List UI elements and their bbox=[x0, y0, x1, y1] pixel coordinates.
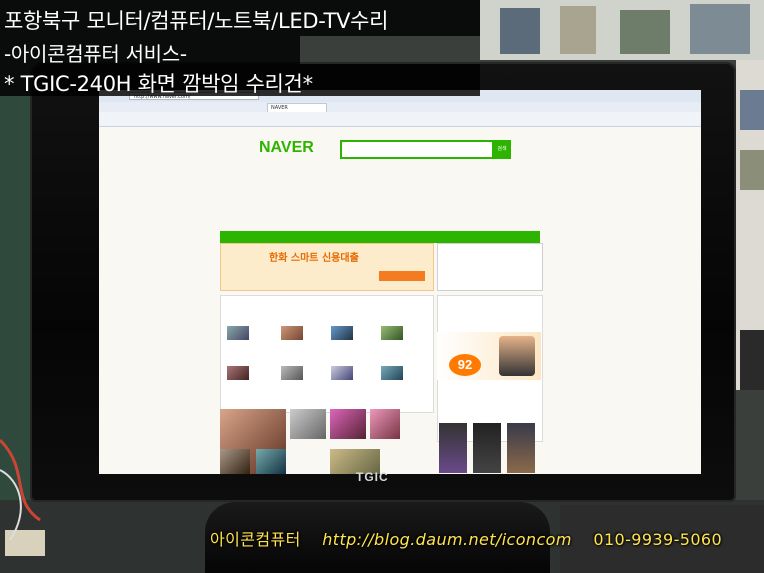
news-area bbox=[220, 295, 434, 413]
title-line-2: -아이콘컴퓨터 서비스- bbox=[0, 36, 300, 66]
news-thumb[interactable] bbox=[227, 326, 249, 340]
photo-thumb[interactable] bbox=[370, 409, 400, 439]
footer-shop-name: 아이콘컴퓨터 bbox=[210, 530, 301, 549]
title-line-1: 포항북구 모니터/컴퓨터/노트북/LED-TV수리 bbox=[0, 0, 480, 36]
discount-badge: 92 bbox=[449, 354, 481, 376]
photo-thumb[interactable] bbox=[220, 449, 250, 474]
footer-caption: 아이콘컴퓨터 http://blog.daum.net/iconcom 010-… bbox=[210, 526, 722, 550]
title-text-2: -아이콘컴퓨터 서비스- bbox=[4, 42, 187, 66]
photo-thumb[interactable] bbox=[290, 409, 326, 439]
naver-search-input[interactable] bbox=[340, 140, 494, 159]
news-thumb[interactable] bbox=[381, 366, 403, 380]
naver-search-button[interactable]: 검색 bbox=[493, 140, 511, 159]
photo-scene: http://www.naver.com/ NAVER NAVER 검색 한화 … bbox=[0, 0, 764, 573]
fashion-thumb[interactable] bbox=[507, 423, 535, 473]
login-box[interactable] bbox=[437, 243, 543, 291]
photo-thumb[interactable] bbox=[256, 449, 286, 474]
footer-phone: 010-9939-5060 bbox=[593, 530, 723, 549]
news-thumb[interactable] bbox=[281, 366, 303, 380]
news-thumb[interactable] bbox=[281, 326, 303, 340]
news-thumb[interactable] bbox=[381, 326, 403, 340]
news-thumb[interactable] bbox=[331, 366, 353, 380]
photo-strip bbox=[220, 409, 432, 474]
fashion-thumb[interactable] bbox=[473, 423, 501, 473]
ad-title: 한화 스마트 신용대출 bbox=[269, 253, 359, 264]
monitor-bezel: http://www.naver.com/ NAVER NAVER 검색 한화 … bbox=[30, 62, 736, 502]
title-line-3: * TGIC-240H 화면 깜박임 수리건* bbox=[0, 64, 480, 96]
ad-model-photo bbox=[499, 336, 535, 376]
photo-thumb[interactable] bbox=[330, 409, 366, 439]
news-thumb[interactable] bbox=[331, 326, 353, 340]
fashion-thumbs bbox=[437, 421, 541, 474]
naver-page: NAVER 검색 한화 스마트 신용대출 92 bbox=[99, 127, 701, 474]
news-thumb[interactable] bbox=[227, 366, 249, 380]
title-text-3: * TGIC-240H 화면 깜박임 수리건* bbox=[4, 72, 313, 96]
monitor-screen: http://www.naver.com/ NAVER NAVER 검색 한화 … bbox=[99, 90, 701, 474]
footer-url[interactable]: http://blog.daum.net/iconcom bbox=[322, 530, 572, 549]
browser-toolbar bbox=[99, 112, 701, 127]
naver-menu-bar bbox=[220, 231, 540, 243]
fashion-thumb[interactable] bbox=[439, 423, 467, 473]
title-text-1: 포항북구 모니터/컴퓨터/노트북/LED-TV수리 bbox=[4, 9, 389, 33]
ad-cta-button[interactable] bbox=[379, 271, 425, 281]
naver-logo[interactable]: NAVER bbox=[259, 139, 314, 157]
monitor-brand-logo: TGIC bbox=[356, 470, 389, 484]
discount-ad[interactable]: 92 bbox=[437, 332, 541, 380]
browser-tab-naver[interactable]: NAVER bbox=[267, 103, 327, 112]
